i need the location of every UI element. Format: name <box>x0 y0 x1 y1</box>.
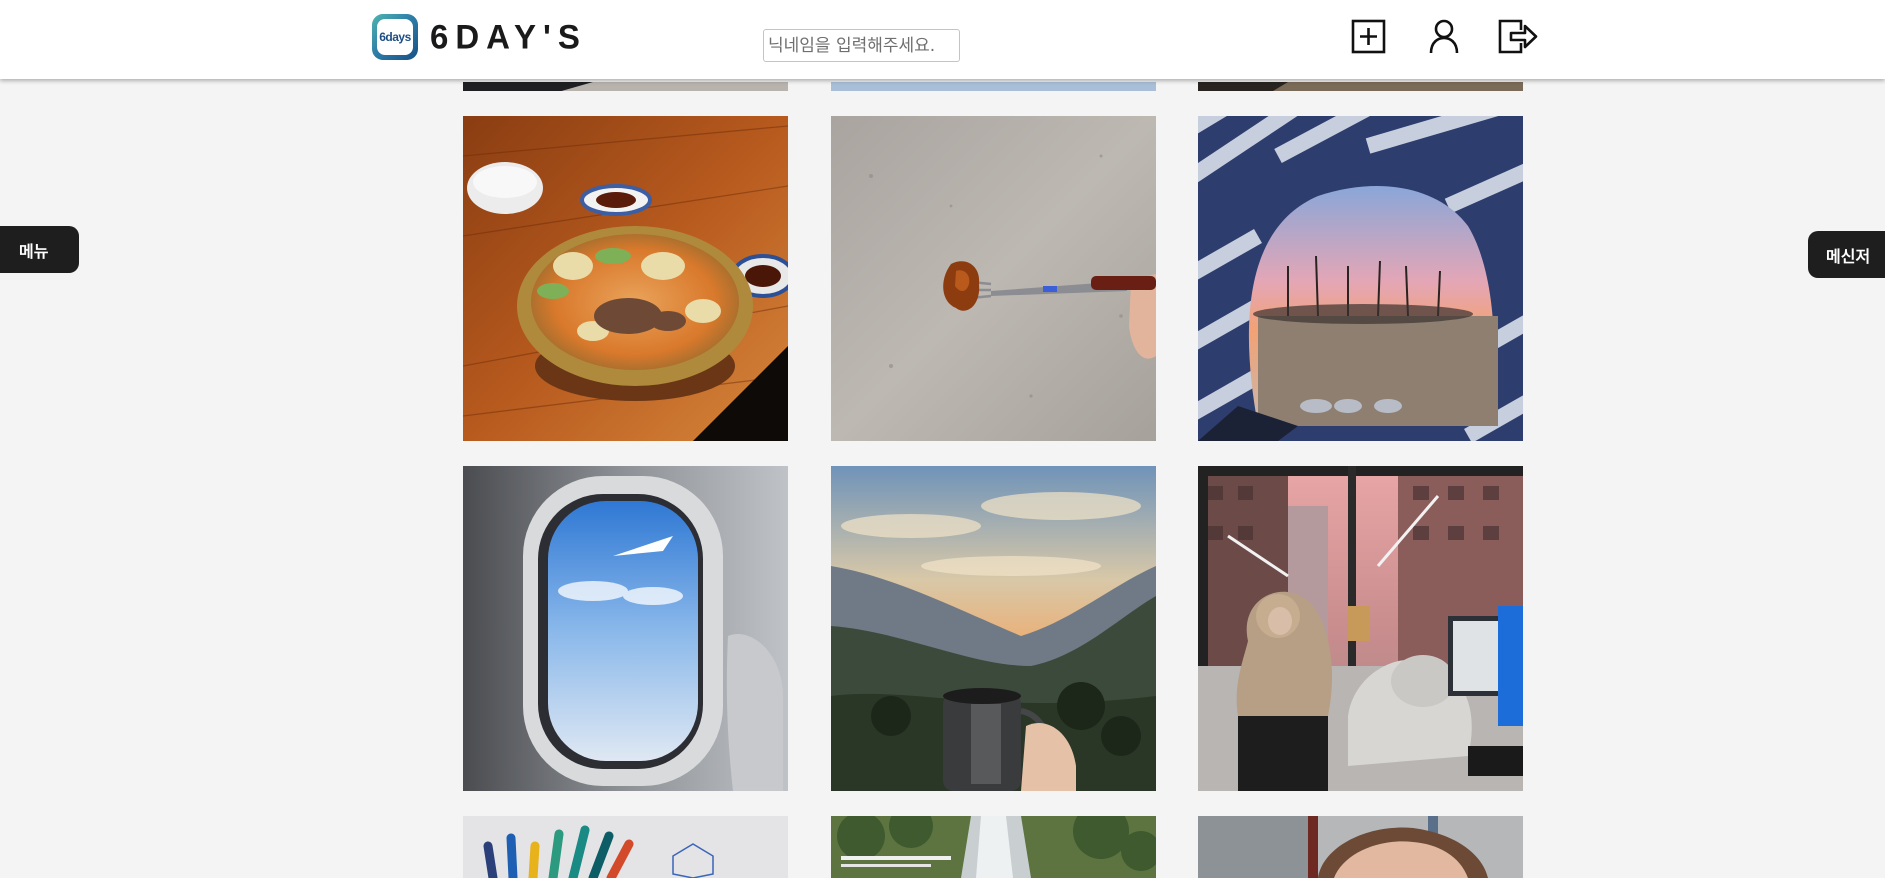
add-post-button[interactable] <box>1350 18 1392 60</box>
feed-photo-image <box>463 82 788 91</box>
feed-photo[interactable] <box>1198 816 1523 878</box>
feed-photo-image <box>831 82 1156 91</box>
feed-photo-image <box>463 116 788 441</box>
feed-photo[interactable] <box>1198 116 1523 441</box>
menu-tab[interactable]: 메뉴 <box>0 226 79 273</box>
feed-photo[interactable] <box>831 466 1156 791</box>
messenger-tab[interactable]: 메신저 <box>1808 231 1885 278</box>
feed-photo[interactable] <box>463 79 788 91</box>
nickname-search-input[interactable] <box>763 29 960 62</box>
feed-photo[interactable] <box>463 816 788 878</box>
feed-photo[interactable] <box>1198 466 1523 791</box>
feed-photo-image <box>1198 116 1523 441</box>
logout-icon <box>1498 19 1538 54</box>
feed-photo-image <box>1198 816 1523 878</box>
feed-photo[interactable] <box>831 79 1156 91</box>
feed-photo-image <box>1198 466 1523 791</box>
feed-photo-image <box>463 466 788 791</box>
feed-photo-image <box>831 816 1156 878</box>
feed-photo-image <box>831 116 1156 441</box>
feed-photo[interactable] <box>463 466 788 791</box>
profile-button[interactable] <box>1425 18 1467 60</box>
feed-photo[interactable] <box>831 116 1156 441</box>
add-post-icon <box>1351 19 1386 54</box>
feed-photo-image <box>463 816 788 878</box>
feed-photo[interactable] <box>831 816 1156 878</box>
feed-photo[interactable] <box>1198 79 1523 91</box>
logout-button[interactable] <box>1497 18 1539 60</box>
feed-photo[interactable] <box>463 116 788 441</box>
logo-badge-text: 6days <box>377 18 413 55</box>
top-header: 6days 6DAY'S <box>0 0 1885 79</box>
feed-photo-image <box>831 466 1156 791</box>
logo-badge: 6days <box>372 13 418 60</box>
logo-text: 6DAY'S <box>430 16 587 56</box>
app-logo[interactable]: 6days 6DAY'S <box>372 12 587 61</box>
profile-icon <box>1429 19 1459 54</box>
feed-photo-image <box>1198 82 1523 91</box>
